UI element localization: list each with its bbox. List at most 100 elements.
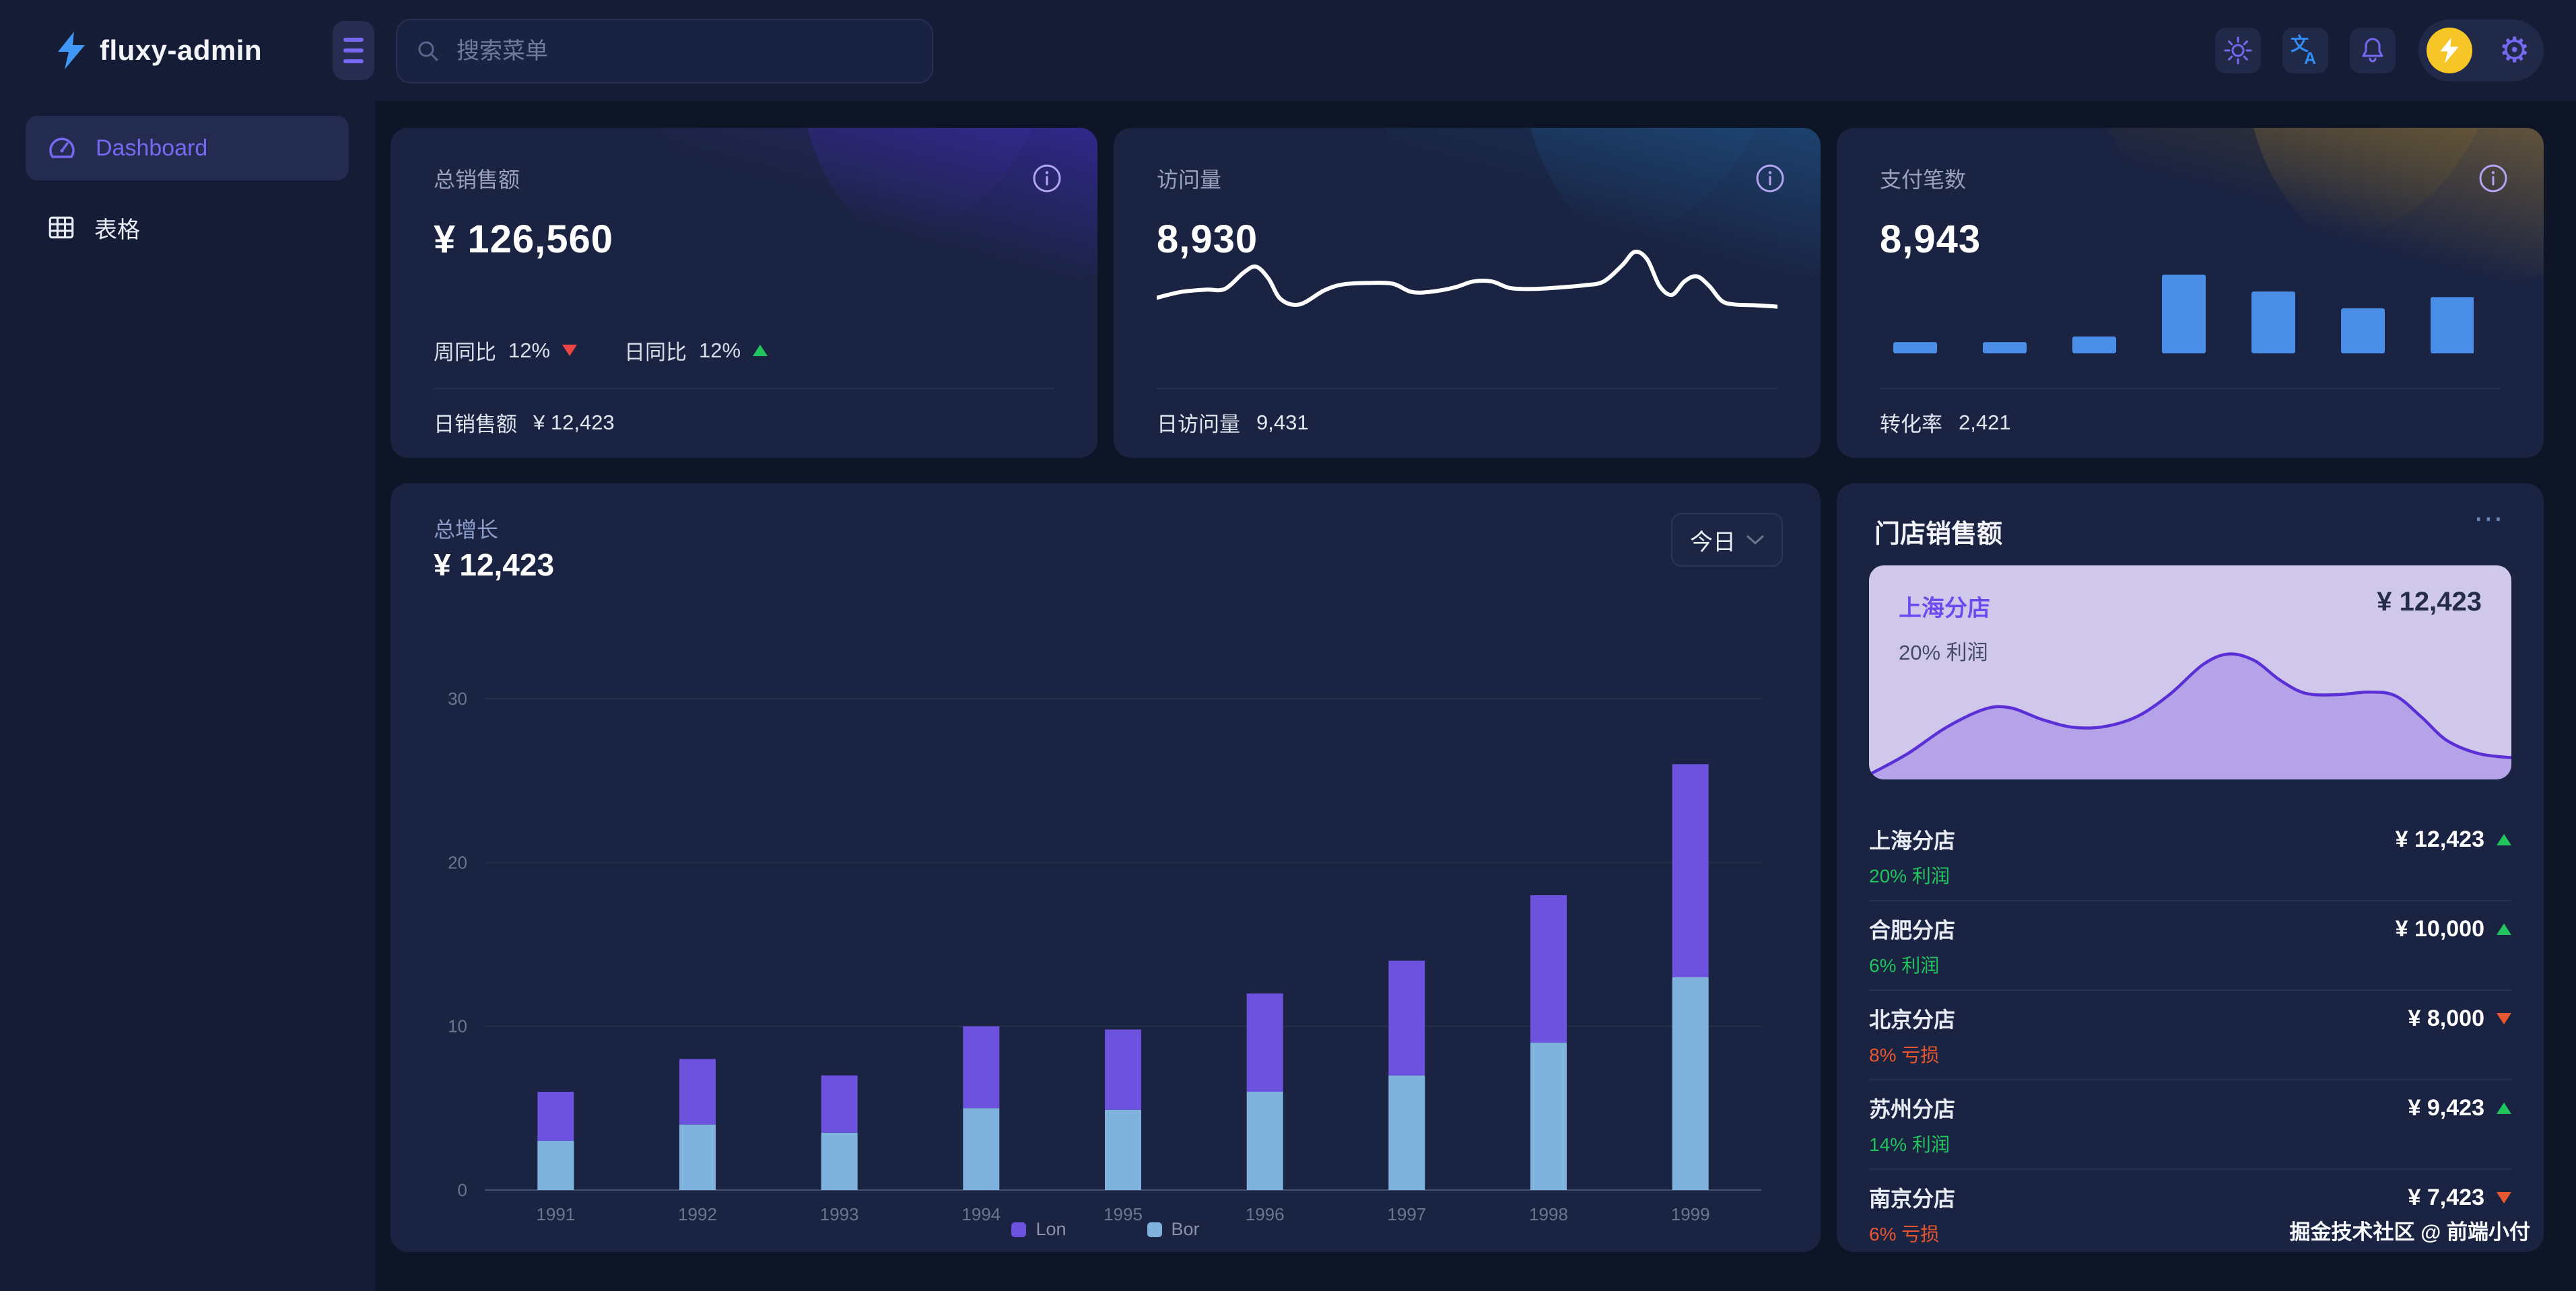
stat-card-footer: 日访问量 9,431 xyxy=(1157,407,1309,438)
dashboard-gauge-icon xyxy=(46,132,78,164)
info-icon[interactable] xyxy=(1031,163,1062,194)
stat-card-footer: 转化率 2,421 xyxy=(1880,407,2011,438)
growth-chart-card: 总增长 ¥ 12,423 今日 010203019911992199319941… xyxy=(391,483,1821,1252)
legend-item-lon[interactable]: Lon xyxy=(1011,1219,1066,1240)
store-note: 6% 亏损 xyxy=(1869,1220,1939,1247)
decorative-circle xyxy=(801,128,1097,289)
featured-store-card[interactable]: 上海分店 ¥ 12,423 20% 利润 xyxy=(1869,565,2511,779)
store-note: 20% 利润 xyxy=(1869,862,1950,888)
search-bar[interactable] xyxy=(396,19,933,83)
ellipsis-menu-icon[interactable]: ⋯ xyxy=(2470,501,2511,536)
payments-minibar-chart xyxy=(1893,268,2474,353)
lightning-logo-icon xyxy=(57,32,86,69)
trend-arrow-icon xyxy=(2497,1013,2511,1024)
stat-card-visits: 访问量 8,930 日访问量 9,431 xyxy=(1114,128,1821,458)
store-note: 6% 利润 xyxy=(1869,951,1939,978)
store-name: 南京分店 xyxy=(1869,1182,1955,1213)
store-name: 苏州分店 xyxy=(1869,1092,1955,1123)
theme-toggle-button[interactable] xyxy=(2215,28,2261,73)
main-content: 总销售额 ¥ 126,560 周同比 12% 日同比 12% 日销售额 xyxy=(375,101,2576,1291)
store-value: ¥ 7,423 xyxy=(2408,1185,2511,1211)
legend-swatch xyxy=(1011,1222,1026,1237)
store-value: ¥ 10,000 xyxy=(2396,916,2511,942)
sidebar-item-label: Dashboard xyxy=(96,135,207,162)
legend-swatch xyxy=(1147,1222,1162,1237)
svg-text:10: 10 xyxy=(448,1016,467,1037)
table-grid-icon xyxy=(46,212,77,243)
store-name: 北京分店 xyxy=(1869,1003,1955,1034)
store-row[interactable]: 北京分店 ¥ 8,000 8% 亏损 xyxy=(1869,991,2511,1080)
divider xyxy=(1157,388,1777,389)
svg-text:0: 0 xyxy=(458,1180,467,1200)
visits-sparkline-chart xyxy=(1157,229,1777,316)
growth-stacked-bar-chart: 0102030199119921993199419951996199719981… xyxy=(424,611,1768,1237)
trend-arrow-icon xyxy=(753,345,768,356)
trend-arrow-icon xyxy=(2497,834,2511,845)
notifications-button[interactable] xyxy=(2350,28,2396,73)
panel-title: 门店销售额 xyxy=(1874,513,2002,550)
divider xyxy=(1880,388,2501,389)
featured-store-note: 20% 利润 xyxy=(1899,635,1988,666)
store-row[interactable]: 上海分店 ¥ 12,423 20% 利润 xyxy=(1869,812,2511,901)
stat-card-title: 访问量 xyxy=(1157,163,1221,194)
avatar[interactable] xyxy=(2427,28,2472,73)
trend-arrow-icon xyxy=(2497,923,2511,935)
decorative-circle xyxy=(2091,128,2495,249)
svg-text:A: A xyxy=(2304,49,2316,67)
stat-card-total-sales: 总销售额 ¥ 126,560 周同比 12% 日同比 12% 日销售额 xyxy=(391,128,1097,458)
growth-title: 总增长 xyxy=(434,513,498,544)
info-icon[interactable] xyxy=(2478,163,2509,194)
store-list: 上海分店 ¥ 12,423 20% 利润 合肥分店 ¥ 10,000 xyxy=(1869,812,2511,1252)
trend-arrow-icon xyxy=(2497,1103,2511,1114)
gear-icon[interactable]: ⚙ xyxy=(2499,33,2530,68)
stat-card-title: 总销售额 xyxy=(434,163,520,194)
decorative-circle xyxy=(645,128,1049,249)
store-row[interactable]: 合肥分店 ¥ 10,000 6% 利润 xyxy=(1869,901,2511,991)
lightning-avatar-icon xyxy=(2439,37,2460,64)
app-logo: fluxy-admin xyxy=(57,0,262,101)
store-note: 14% 利润 xyxy=(1869,1130,1950,1157)
decorative-circle xyxy=(2247,128,2544,289)
trend-arrow-icon xyxy=(2497,1192,2511,1203)
trend-day: 日同比 12% xyxy=(624,335,768,365)
store-value: ¥ 9,423 xyxy=(2408,1095,2511,1121)
featured-store-value: ¥ 12,423 xyxy=(2377,587,2482,617)
chart-legend: Lon Bor xyxy=(391,1219,1821,1240)
store-value: ¥ 12,423 xyxy=(2396,827,2511,853)
watermark: 掘金技术社区 @ 前端小付 xyxy=(2290,1215,2530,1245)
store-name: 上海分店 xyxy=(1869,824,1955,855)
stat-card-value: ¥ 126,560 xyxy=(434,217,613,262)
translate-button[interactable]: 文 A xyxy=(2282,28,2328,73)
app-title: fluxy-admin xyxy=(100,34,262,67)
menu-toggle-button[interactable] xyxy=(333,21,374,80)
divider xyxy=(434,388,1054,389)
theme-sun-icon xyxy=(2223,36,2253,65)
stat-card-footer: 日销售额 ¥ 12,423 xyxy=(434,407,615,438)
translate-icon: 文 A xyxy=(2289,34,2321,67)
topbar: fluxy-admin 文 A xyxy=(0,0,2576,101)
trend-arrow-icon xyxy=(562,345,577,356)
time-range-dropdown[interactable]: 今日 xyxy=(1671,513,1783,567)
stat-card-value: 8,943 xyxy=(1880,217,1981,262)
growth-value: ¥ 12,423 xyxy=(434,547,554,583)
store-note: 8% 亏损 xyxy=(1869,1041,1939,1068)
user-menu[interactable]: ⚙ xyxy=(2418,20,2544,81)
featured-store-name: 上海分店 xyxy=(1899,590,1990,623)
chevron-down-icon xyxy=(1747,534,1764,545)
store-value: ¥ 8,000 xyxy=(2408,1006,2511,1032)
info-icon[interactable] xyxy=(1755,163,1786,194)
trends-row: 周同比 12% 日同比 12% xyxy=(434,335,768,365)
stat-card-payments: 支付笔数 8,943 转化率 2,421 xyxy=(1837,128,2544,458)
trend-week: 周同比 12% xyxy=(434,335,577,365)
sidebar-item-label: 表格 xyxy=(94,211,140,244)
legend-item-bor[interactable]: Bor xyxy=(1147,1219,1200,1240)
bell-icon xyxy=(2358,36,2387,65)
menu-icon xyxy=(343,38,364,42)
sidebar: Dashboard 表格 xyxy=(0,101,375,1291)
sidebar-item-table[interactable]: 表格 xyxy=(26,199,349,256)
search-icon xyxy=(415,38,442,65)
search-input[interactable] xyxy=(455,38,914,65)
store-row[interactable]: 苏州分店 ¥ 9,423 14% 利润 xyxy=(1869,1080,2511,1170)
sidebar-item-dashboard[interactable]: Dashboard xyxy=(26,116,349,180)
svg-text:30: 30 xyxy=(448,689,467,709)
